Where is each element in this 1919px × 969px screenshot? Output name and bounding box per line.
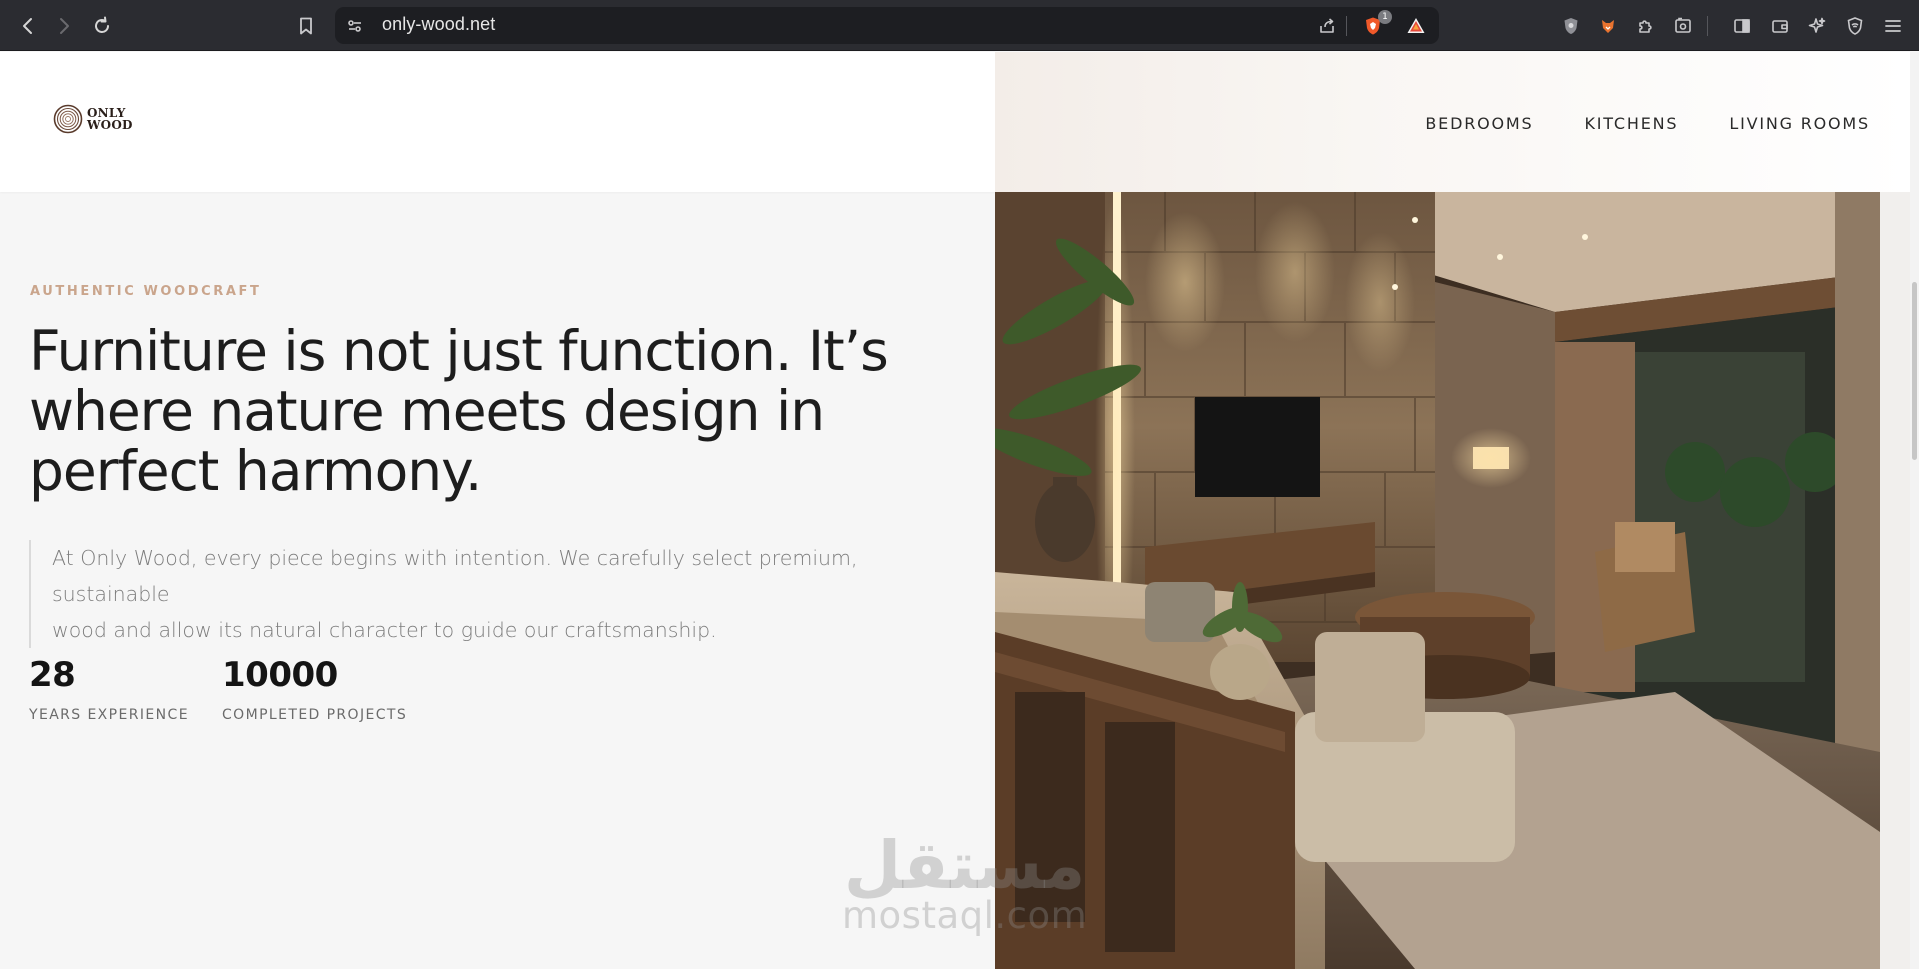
shield-extension-icon[interactable] (1558, 13, 1584, 39)
forward-icon[interactable] (50, 12, 78, 40)
vpn-icon[interactable] (1842, 13, 1868, 39)
page-scrollbar-track[interactable] (1910, 52, 1919, 969)
browser-toolbar: only-wood.net 1 (0, 0, 1919, 51)
fox-extension-icon[interactable] (1595, 13, 1621, 39)
shields-count-badge: 1 (1378, 10, 1392, 24)
hero-title: Furniture is not just function. It’s whe… (29, 321, 929, 501)
mostaql-watermark: مستقل mostaql.com (842, 827, 1088, 937)
wallet-icon[interactable] (1767, 13, 1793, 39)
stat-projects-label: COMPLETED PROJECTS (222, 707, 408, 723)
watermark-arabic: مستقل (843, 827, 1086, 904)
nav-kitchens[interactable]: KITCHENS (1584, 114, 1678, 133)
hero-eyebrow: AUTHENTIC WOODCRAFT (30, 284, 262, 299)
brave-rewards-icon[interactable] (1403, 13, 1429, 39)
hero-quote-line-1: At Only Wood, every piece begins with in… (52, 546, 858, 606)
site-settings-icon[interactable] (342, 13, 368, 39)
main-nav: BEDROOMS KITCHENS LIVING ROOMS (1425, 114, 1870, 133)
back-icon[interactable] (14, 12, 42, 40)
bookmark-icon[interactable] (293, 13, 319, 39)
watermark-latin: mostaql.com (842, 894, 1088, 937)
share-icon[interactable] (1314, 13, 1340, 39)
stat-projects: 10000 COMPLETED PROJECTS (222, 655, 407, 723)
address-bar[interactable] (335, 7, 1439, 44)
hero-intro-quote: At Only Wood, every piece begins with in… (29, 540, 929, 648)
hero-title-line-3: perfect harmony. (29, 439, 482, 503)
url-text[interactable]: only-wood.net (382, 14, 495, 35)
hero-quote-line-2: wood and allow its natural character to … (52, 618, 717, 642)
stat-projects-value: 10000 (222, 655, 338, 695)
stat-years: 28 YEARS EXPERIENCE (29, 655, 189, 723)
nav-living-rooms[interactable]: LIVING ROOMS (1729, 114, 1870, 133)
sidebar-icon[interactable] (1729, 13, 1755, 39)
screenshot-icon[interactable] (1670, 13, 1696, 39)
logo[interactable]: ONLY WOOD (53, 104, 133, 134)
reload-icon[interactable] (88, 12, 116, 40)
toolbar-separator (1346, 16, 1347, 36)
toolbar-separator-2 (1707, 16, 1708, 36)
hero-title-line-1: Furniture is not just function. It’s (29, 319, 889, 383)
image-right-margin (1880, 192, 1910, 969)
extensions-icon[interactable] (1633, 13, 1659, 39)
logo-text: ONLY WOOD (87, 107, 133, 131)
hero-title-line-2: where nature meets design in (29, 379, 825, 443)
nav-bedrooms[interactable]: BEDROOMS (1425, 114, 1533, 133)
stat-years-value: 28 (29, 655, 76, 695)
menu-icon[interactable] (1880, 13, 1906, 39)
wood-ring-logo-icon (53, 104, 83, 134)
logo-line-2: WOOD (87, 118, 133, 132)
stat-years-label: YEARS EXPERIENCE (29, 707, 189, 723)
page-scrollbar-thumb[interactable] (1912, 282, 1917, 460)
leo-ai-icon[interactable] (1804, 13, 1830, 39)
living-room-hero-image (995, 192, 1880, 969)
